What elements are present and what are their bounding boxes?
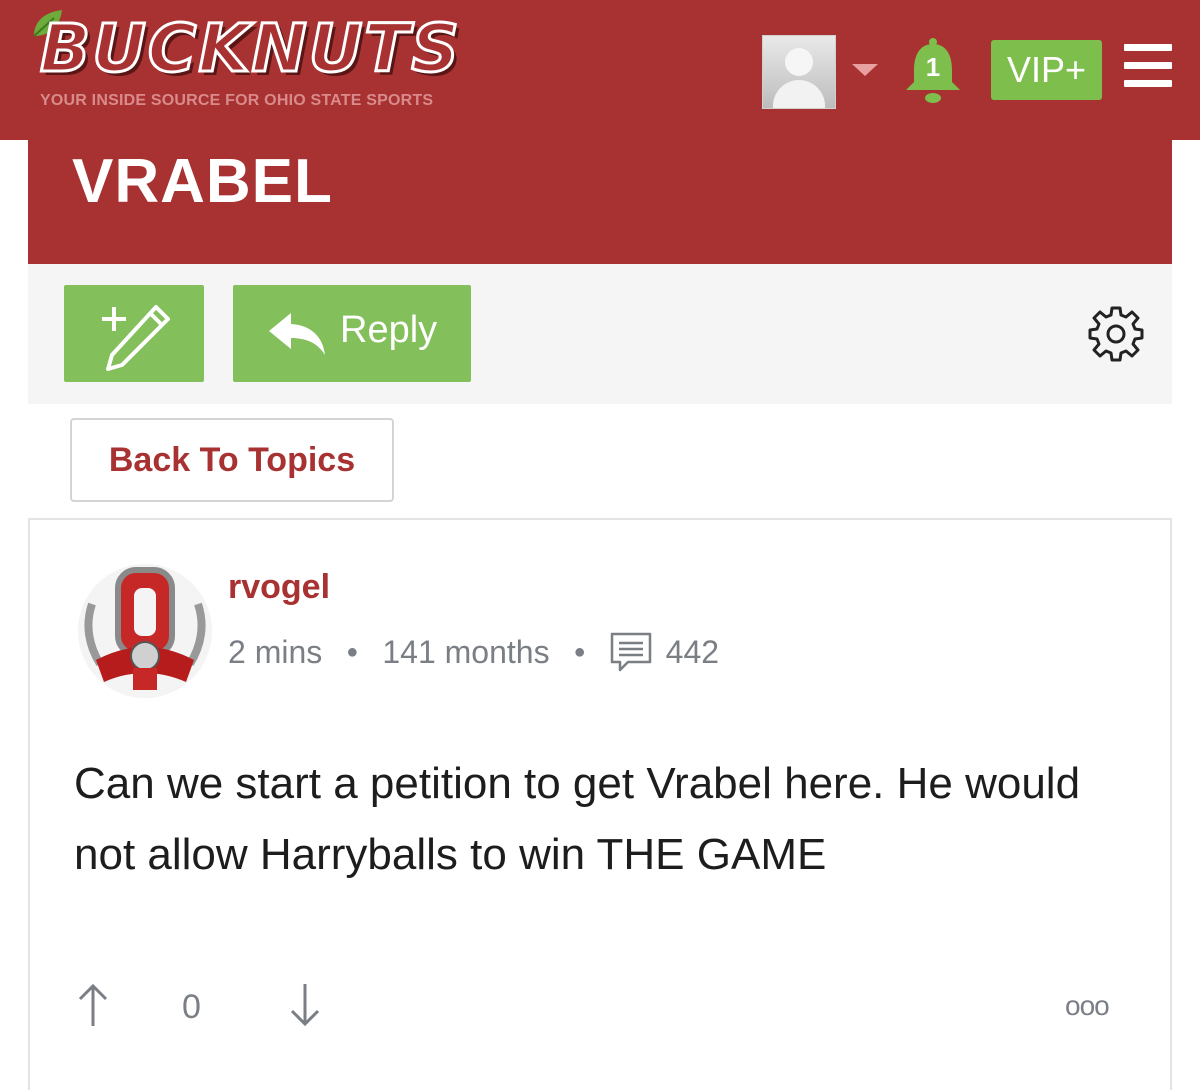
separator-dot: ● (573, 640, 586, 663)
new-post-button[interactable] (64, 285, 204, 382)
post-username[interactable]: rvogel (228, 568, 330, 607)
post-count: 442 (665, 633, 720, 670)
chevron-down-icon[interactable] (852, 64, 878, 76)
post-body: Can we start a petition to get Vrabel he… (74, 759, 1081, 879)
topic-header: VRABEL (28, 140, 1172, 264)
vip-button[interactable]: VIP+ (991, 40, 1102, 100)
site-header: BUCKNUTS YOUR INSIDE SOURCE FOR OHIO STA… (0, 0, 1200, 140)
post-card: rvogel 2 mins ● 141 months ● 442 Can we … (28, 518, 1172, 1090)
site-tagline: YOUR INSIDE SOURCE FOR OHIO STATE SPORTS (40, 92, 434, 109)
more-options-button[interactable]: ooo (1065, 990, 1110, 1022)
reply-arrow-icon (269, 313, 325, 355)
site-logo[interactable]: BUCKNUTS (39, 12, 520, 85)
separator-dot: ● (346, 640, 359, 663)
ohio-state-logo (78, 564, 212, 698)
topic-toolbar: Reply (28, 264, 1172, 404)
new-post-icon (102, 305, 170, 371)
notification-count: 1 (925, 52, 941, 82)
upvote-arrow-icon[interactable] (76, 982, 110, 1028)
downvote-arrow-icon[interactable] (288, 982, 322, 1028)
post-meta: 2 mins ● 141 months ● 442 (228, 632, 719, 672)
post-time: 2 mins (228, 633, 323, 670)
back-to-topics-button[interactable]: Back To Topics (70, 418, 394, 502)
reply-label: Reply (340, 309, 438, 351)
menu-icon[interactable] (1124, 44, 1172, 88)
member-age: 141 months (382, 633, 550, 670)
comment-icon (610, 632, 651, 672)
avatar[interactable] (78, 564, 212, 698)
page-title: VRABEL (72, 147, 333, 216)
vote-count: 0 (182, 988, 201, 1026)
gear-icon[interactable] (1086, 304, 1146, 364)
reply-button[interactable]: Reply (233, 285, 471, 382)
user-avatar[interactable] (762, 35, 836, 109)
